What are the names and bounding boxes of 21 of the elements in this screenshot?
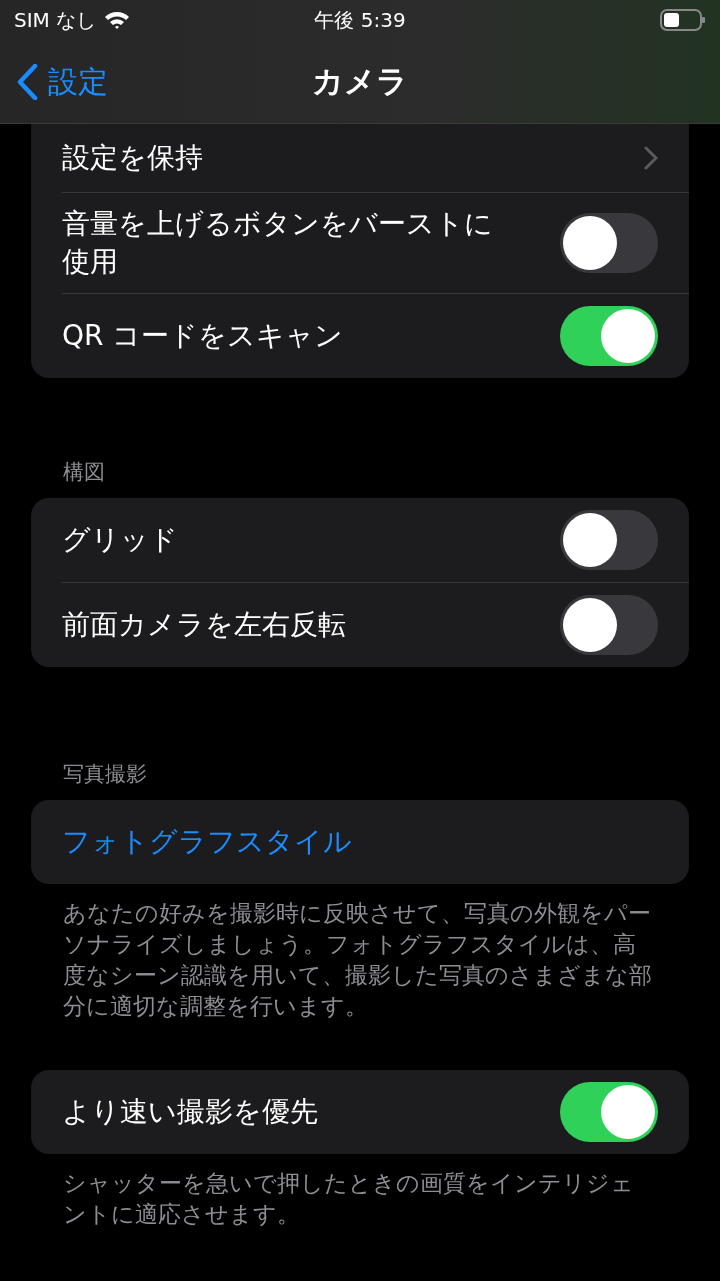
settings-link[interactable]: フォトグラフスタイル	[62, 823, 352, 861]
time-text: 午後 5:39	[314, 6, 406, 34]
page-title: カメラ	[312, 62, 408, 101]
chevron-right-icon	[644, 146, 658, 170]
carrier-text: SIM なし	[14, 6, 97, 34]
section-footer: あなたの好みを撮影時に反映させて、写真の外観をパーソナライズしましょう。フォトグラフスタイルは、高度なシーン認識を用いて、撮影した写真のさまざまな部分に適切な調整を行います。	[31, 884, 689, 1022]
row-label: QR コードをスキャン	[62, 318, 344, 354]
row-label: 設定を保持	[62, 140, 203, 176]
row-label: グリッド	[62, 522, 178, 558]
toggle-switch[interactable]	[560, 1082, 658, 1142]
wifi-icon	[104, 10, 131, 30]
battery-icon	[660, 9, 706, 31]
section-footer: シャッターを急いで押したときの画質をインテリジェントに適応させます。	[31, 1154, 689, 1230]
row-label: より速い撮影を優先	[62, 1094, 318, 1130]
section-header: 構図	[62, 459, 106, 486]
row-label: 前面カメラを左右反転	[62, 607, 346, 643]
toggle-switch[interactable]	[560, 306, 658, 366]
back-button[interactable]: 設定	[16, 61, 108, 103]
row-label: 音量を上げるボタンをバーストに使用	[62, 206, 494, 280]
section-header: 写真撮影	[62, 761, 148, 788]
chevron-left-icon	[16, 64, 38, 100]
